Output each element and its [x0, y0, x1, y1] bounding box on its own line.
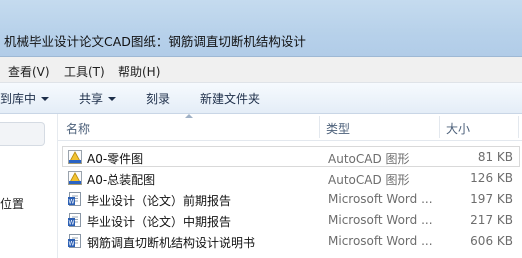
file-name: A0-总装配图 — [87, 173, 156, 187]
include-in-library-label: 到库中 — [0, 92, 37, 106]
file-size: 81 KB — [477, 150, 513, 164]
column-divider[interactable] — [439, 116, 440, 138]
file-size: 217 KB — [470, 213, 513, 227]
word-document-icon: W — [68, 213, 81, 227]
file-size: 197 KB — [470, 192, 513, 206]
file-row[interactable]: A0-零件图 AutoCAD 图形 81 KB — [62, 146, 520, 167]
share-label: 共享 — [79, 92, 104, 106]
window-title: 机械毕业设计论文CAD图纸：钢筋调直切断机结构设计 — [4, 34, 306, 49]
menu-bar: 查看(V) 工具(T) 帮助(H) — [0, 57, 522, 83]
svg-text:W: W — [69, 199, 75, 206]
file-type: AutoCAD 图形 — [328, 173, 410, 187]
menu-tools[interactable]: 工具(T) — [64, 63, 105, 80]
autocad-drawing-icon — [68, 171, 82, 185]
svg-text:W: W — [69, 220, 75, 227]
autocad-drawing-icon — [68, 150, 82, 164]
file-type: AutoCAD 图形 — [328, 152, 410, 166]
column-header-name[interactable]: 名称 — [66, 120, 90, 137]
column-header-type[interactable]: 类型 — [326, 120, 350, 137]
navigation-pane[interactable]: 位置 — [0, 114, 58, 258]
file-size: 606 KB — [470, 234, 513, 248]
share-button[interactable]: 共享 — [79, 90, 117, 107]
nav-item-location[interactable]: 位置 — [0, 195, 24, 212]
file-name: 毕业设计（论文）中期报告 — [87, 215, 232, 229]
file-type: Microsoft Word ... — [328, 192, 433, 206]
file-row[interactable]: W 毕业设计（论文）中期报告 Microsoft Word ... 217 KB — [62, 209, 520, 230]
file-size: 126 KB — [470, 171, 513, 185]
column-divider[interactable] — [518, 116, 519, 138]
svg-text:W: W — [69, 241, 75, 248]
file-name: A0-零件图 — [87, 152, 144, 166]
new-folder-button[interactable]: 新建文件夹 — [200, 90, 260, 107]
file-row[interactable]: A0-总装配图 AutoCAD 图形 126 KB — [62, 167, 520, 188]
chevron-down-icon — [41, 97, 50, 101]
file-row[interactable]: W 钢筋调直切断机结构设计说明书 Microsoft Word ... 606 … — [62, 230, 520, 251]
file-row[interactable]: W 毕业设计（论文）前期报告 Microsoft Word ... 197 KB — [62, 188, 520, 209]
file-name: 钢筋调直切断机结构设计说明书 — [87, 236, 256, 250]
nav-search-box[interactable] — [0, 122, 45, 146]
file-name: 毕业设计（论文）前期报告 — [87, 194, 232, 208]
file-type: Microsoft Word ... — [328, 234, 433, 248]
column-divider[interactable] — [319, 116, 320, 138]
menu-help[interactable]: 帮助(H) — [118, 63, 160, 80]
file-type: Microsoft Word ... — [328, 213, 433, 227]
word-document-icon: W — [68, 192, 81, 206]
menu-view[interactable]: 查看(V) — [8, 63, 50, 80]
include-in-library-button[interactable]: 到库中 — [0, 90, 50, 107]
command-toolbar: 到库中 共享 刻录 新建文件夹 — [0, 83, 522, 114]
column-header-row: 名称 类型 大小 — [58, 114, 522, 141]
word-document-icon: W — [68, 234, 81, 248]
column-header-size[interactable]: 大小 — [446, 120, 470, 137]
window-titlebar[interactable]: 机械毕业设计论文CAD图纸：钢筋调直切断机结构设计 — [0, 0, 522, 57]
burn-button[interactable]: 刻录 — [146, 90, 170, 107]
sort-ascending-icon — [185, 114, 193, 118]
chevron-down-icon — [108, 97, 117, 101]
